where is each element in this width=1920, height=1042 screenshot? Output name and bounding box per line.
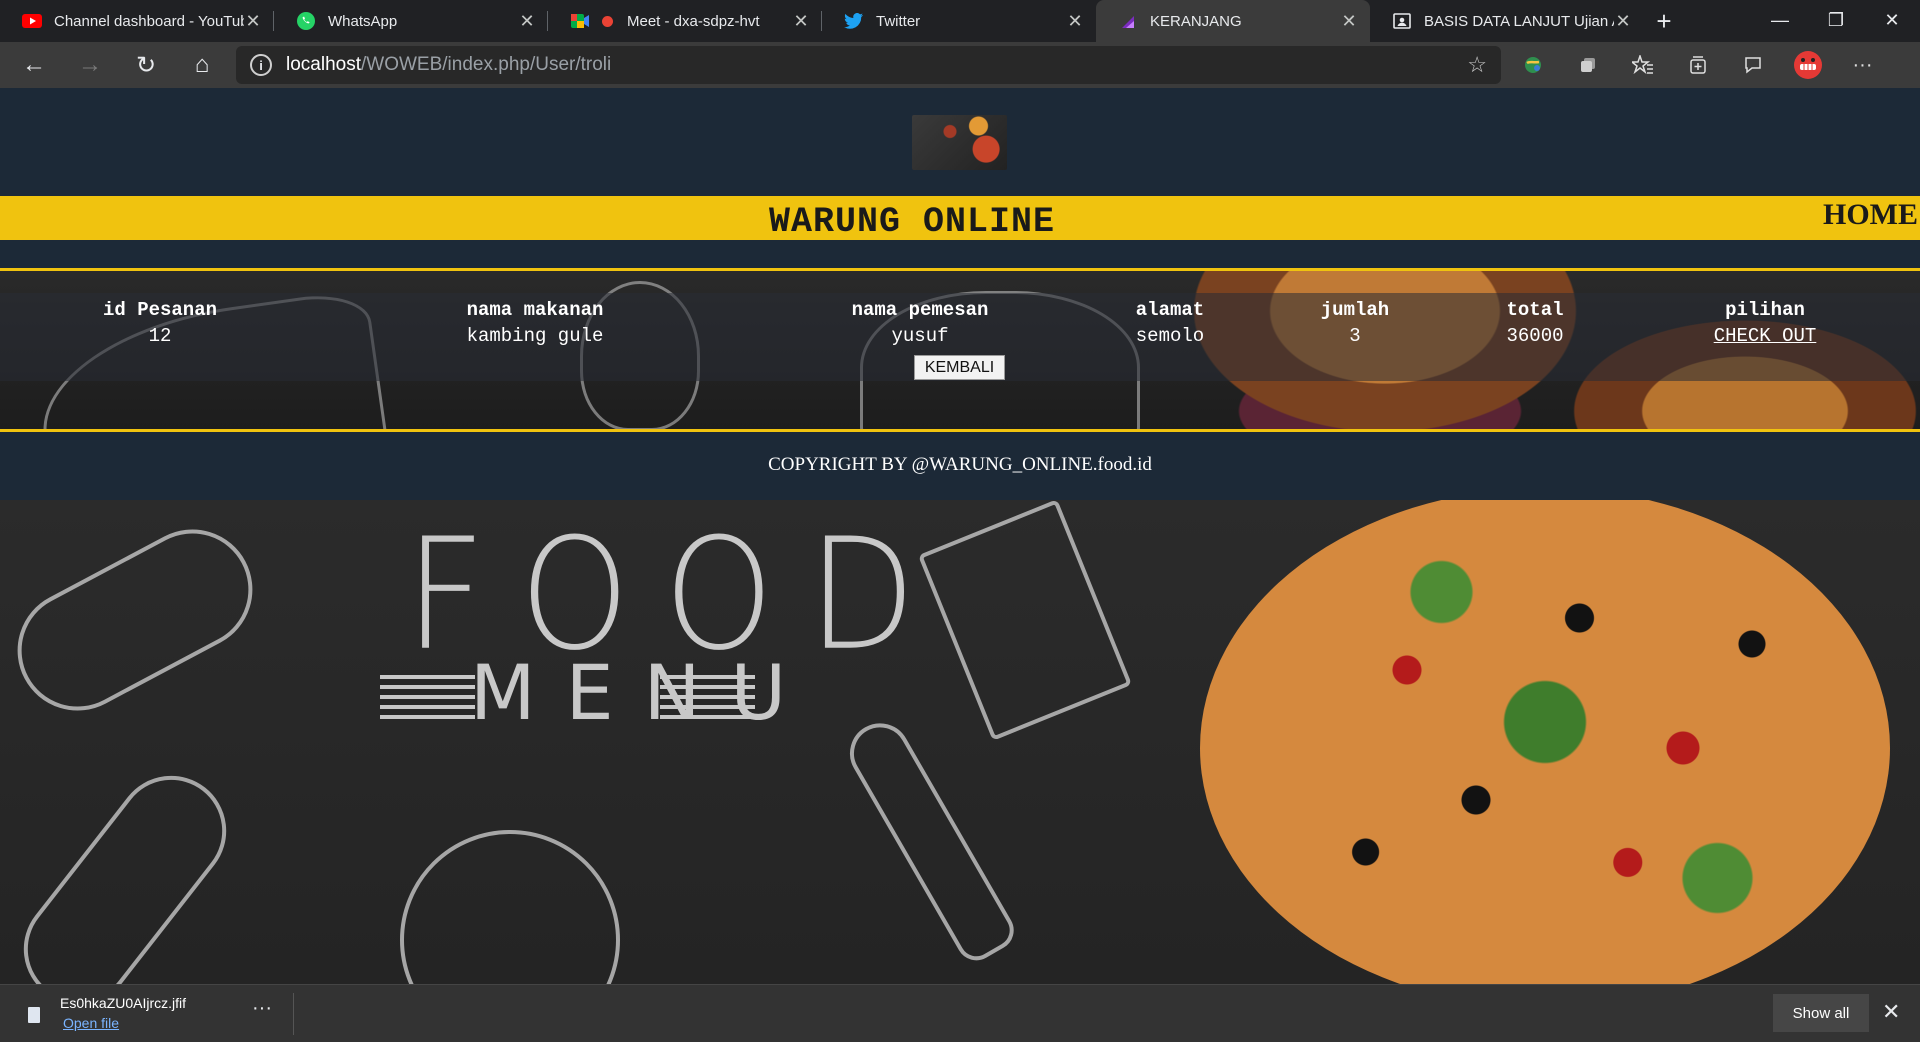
- webpage: WARUNG ONLINE HOME id Pesanan nama makan…: [0, 88, 1920, 984]
- header-food: nama makanan: [466, 299, 604, 321]
- download-file-name[interactable]: Es0hkaZU0AIjrcz.jfif: [60, 995, 186, 1011]
- profile-avatar[interactable]: [1780, 42, 1835, 88]
- recording-dot-icon: [602, 15, 613, 27]
- header-id: id Pesanan: [102, 299, 218, 321]
- youtube-icon: [22, 11, 42, 31]
- tab-twitter[interactable]: Twitter ✕: [822, 0, 1096, 42]
- pizza-photo: [1200, 500, 1890, 984]
- extension-copy-icon[interactable]: [1560, 42, 1615, 88]
- minimize-icon[interactable]: —: [1752, 0, 1808, 40]
- cell-id: 12: [148, 325, 172, 347]
- cell-address: semolo: [1135, 325, 1205, 347]
- tab-youtube[interactable]: Channel dashboard - YouTube ✕: [0, 0, 274, 42]
- table-header-row: id Pesanan nama makanan nama pemesan ala…: [0, 297, 1920, 323]
- tab-title: BASIS DATA LANJUT Ujian Akhir: [1424, 12, 1614, 30]
- cell-action: CHECK OUT: [1610, 323, 1920, 349]
- toolbar-extensions: ···: [1505, 42, 1890, 88]
- tab-meet[interactable]: Meet - dxa-sdpz-hvt ✕: [548, 0, 822, 42]
- site-logo: [912, 115, 1007, 170]
- cell-customer: yusuf: [891, 325, 949, 347]
- tab-title: KERANJANG: [1150, 12, 1242, 30]
- cell-food: kambing gule: [466, 325, 604, 347]
- close-tab-icon[interactable]: ✕: [1340, 11, 1358, 32]
- forward-icon[interactable]: →: [62, 42, 118, 88]
- settings-more-icon[interactable]: ···: [1835, 42, 1890, 88]
- footer: COPYRIGHT BY @WARUNG_ONLINE.food.id: [0, 432, 1920, 500]
- avocado-sketch-decoration: [400, 830, 620, 984]
- close-download-bar-icon[interactable]: ✕: [1882, 999, 1900, 1025]
- close-tab-icon[interactable]: ✕: [1614, 11, 1632, 32]
- tab-whatsapp[interactable]: WhatsApp ✕: [274, 0, 548, 42]
- restore-icon[interactable]: ❐: [1808, 0, 1864, 40]
- tab-basis-data[interactable]: BASIS DATA LANJUT Ujian Akhir ✕: [1370, 0, 1644, 42]
- menu-lines-decoration: [380, 675, 475, 719]
- address-bar[interactable]: i localhost/WOWEB/index.php/User/troli ☆: [236, 46, 1501, 84]
- carrot-sketch-decoration: [839, 712, 1021, 968]
- close-tab-icon[interactable]: ✕: [518, 11, 536, 32]
- close-tab-icon[interactable]: ✕: [244, 11, 262, 32]
- url-path: /WOWEB/index.php/User/troli: [361, 54, 612, 75]
- back-button[interactable]: KEMBALI: [914, 355, 1005, 380]
- site-info-icon[interactable]: i: [250, 54, 272, 76]
- cell-total: 36000: [1506, 325, 1564, 347]
- back-icon[interactable]: ←: [6, 42, 62, 88]
- header-address: alamat: [1135, 299, 1205, 321]
- tab-title: WhatsApp: [328, 12, 398, 30]
- background-banner: FOOD MENU: [0, 500, 1920, 984]
- tab-keranjang[interactable]: KERANJANG ✕: [1096, 0, 1370, 42]
- download-separator: [293, 993, 294, 1035]
- corn-sketch-decoration: [1, 753, 249, 984]
- fries-sketch-decoration: [918, 500, 1132, 741]
- whatsapp-icon: [296, 11, 316, 31]
- header-qty: jumlah: [1320, 299, 1390, 321]
- cell-qty: 3: [1349, 325, 1361, 347]
- tab-strip: Channel dashboard - YouTube ✕ WhatsApp ✕…: [0, 0, 1920, 42]
- show-all-button[interactable]: Show all: [1773, 994, 1869, 1032]
- header-customer: nama pemesan: [851, 299, 989, 321]
- menu-lines-decoration: [660, 675, 755, 719]
- tab-title: Channel dashboard - YouTube: [54, 12, 244, 30]
- cart-section: id Pesanan nama makanan nama pemesan ala…: [0, 268, 1920, 432]
- download-more-icon[interactable]: ···: [252, 997, 272, 1020]
- new-tab-button[interactable]: +: [1644, 0, 1684, 42]
- feedback-icon[interactable]: [1725, 42, 1780, 88]
- meet-icon: [570, 11, 590, 31]
- collections-icon[interactable]: [1670, 42, 1725, 88]
- file-icon: [28, 1007, 40, 1023]
- close-window-icon[interactable]: ✕: [1864, 0, 1920, 40]
- refresh-icon[interactable]: ↻: [118, 42, 174, 88]
- extension-globe-icon[interactable]: [1505, 42, 1560, 88]
- page-icon: [1118, 11, 1138, 31]
- close-tab-icon[interactable]: ✕: [1066, 11, 1084, 32]
- banner-menu-text: MENU: [470, 648, 817, 737]
- copyright-text: COPYRIGHT BY @WARUNG_ONLINE.food.id: [768, 454, 1152, 475]
- table-row: 12 kambing gule yusuf semolo 3 36000 CHE…: [0, 323, 1920, 349]
- browser-toolbar: ← → ↻ ⌂ i localhost/WOWEB/index.php/User…: [0, 42, 1920, 88]
- classroom-icon: [1392, 11, 1412, 31]
- download-bar: Es0hkaZU0AIjrcz.jfif Open file ··· Show …: [0, 984, 1920, 1042]
- header-total: total: [1506, 299, 1564, 321]
- close-tab-icon[interactable]: ✕: [792, 11, 810, 32]
- site-title: WARUNG ONLINE: [768, 202, 1056, 242]
- window-controls: — ❐ ✕: [1752, 0, 1920, 40]
- checkout-link[interactable]: CHECK OUT: [1714, 325, 1817, 347]
- tab-title: Twitter: [876, 12, 921, 30]
- logo-band: [0, 88, 1920, 196]
- header-action: pilihan: [1725, 299, 1805, 321]
- cart-table: id Pesanan nama makanan nama pemesan ala…: [0, 297, 1920, 349]
- open-file-link[interactable]: Open file: [63, 1015, 119, 1031]
- favorites-icon[interactable]: [1615, 42, 1670, 88]
- url-host: localhost: [286, 54, 361, 75]
- hotdog-sketch-decoration: [0, 508, 274, 732]
- favorite-star-icon[interactable]: ☆: [1467, 52, 1487, 78]
- tab-title: Meet - dxa-sdpz-hvt: [627, 12, 760, 30]
- home-link[interactable]: HOME: [1823, 198, 1918, 232]
- twitter-icon: [844, 11, 864, 31]
- home-icon[interactable]: ⌂: [174, 42, 230, 88]
- title-bar: WARUNG ONLINE HOME: [0, 196, 1920, 242]
